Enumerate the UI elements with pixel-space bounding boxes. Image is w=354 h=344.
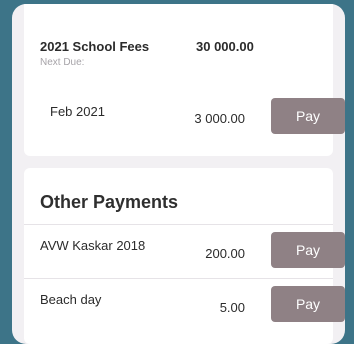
payment-label: Beach day [40,292,102,307]
divider [24,278,333,279]
pay-avw-kaskar-button[interactable]: Pay [271,232,345,268]
payment-label: AVW Kaskar 2018 [40,238,146,253]
school-fees-title: 2021 School Fees [40,39,150,54]
payments-screen: 2021 School Fees 30 000.00 Next Due: Feb… [12,4,345,344]
school-fees-card: 2021 School Fees 30 000.00 Next Due: Feb… [24,4,345,156]
list-item: Beach day 5.00 Pay [24,284,345,332]
other-payments-card: Other Payments AVW Kaskar 2018 200.00 Pa… [24,168,345,344]
divider [24,224,333,225]
pay-beach-day-button[interactable]: Pay [271,286,345,322]
other-payments-title: Other Payments [40,192,179,212]
payment-amount: 200.00 [205,246,245,261]
installment-amount: 3 000.00 [194,111,245,126]
installment-row: Feb 2021 3 000.00 Pay [24,96,345,144]
pay-installment-button[interactable]: Pay [271,98,345,134]
installment-label: Feb 2021 [50,104,105,119]
next-due-label: Next Due: [40,57,85,68]
payment-amount: 5.00 [219,300,245,315]
school-fees-total: 30 000.00 [196,39,254,54]
list-item: AVW Kaskar 2018 200.00 Pay [24,230,345,278]
